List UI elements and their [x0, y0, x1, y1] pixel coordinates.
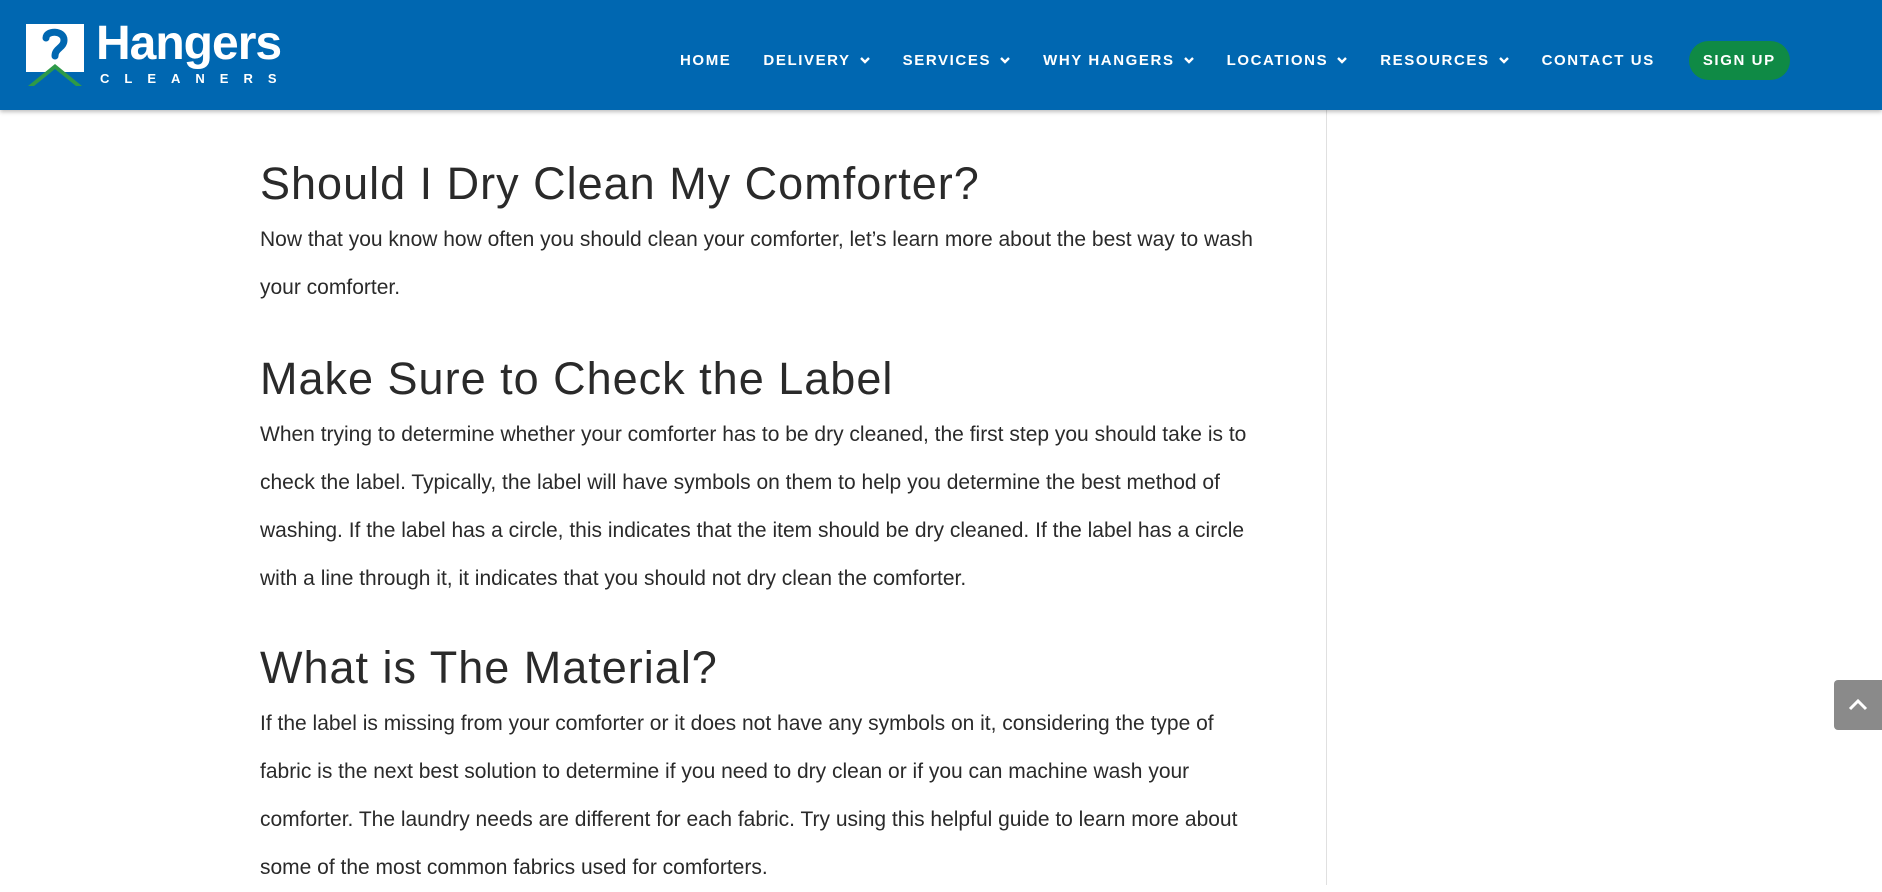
nav-contact-us[interactable]: CONTACT US [1542, 52, 1655, 69]
nav-home-label: HOME [680, 51, 732, 69]
back-to-top-button[interactable] [1834, 680, 1882, 730]
nav-resources[interactable]: RESOURCES [1380, 52, 1509, 69]
chevron-down-icon [1183, 57, 1194, 64]
logo-wordmark: Hangers [96, 17, 282, 70]
nav-why-hangers[interactable]: WHY HANGERS [1043, 52, 1195, 69]
nav-services-label: SERVICES [902, 51, 992, 69]
section-heading: What is The Material? [260, 642, 718, 693]
nav-delivery[interactable]: DELIVERY [763, 52, 870, 69]
chevron-up-icon [1848, 698, 1868, 711]
nav-home[interactable]: HOME [680, 52, 731, 69]
section-paragraph: If the label is missing from your comfor… [260, 712, 1238, 879]
chevron-down-icon [859, 57, 870, 64]
nav-locations[interactable]: LOCATIONS [1227, 52, 1349, 69]
section-heading: Should I Dry Clean My Comforter? [260, 158, 980, 209]
logo-subtitle: CLEANERS [100, 71, 292, 86]
site-header: Hangers CLEANERS HOME DELIVERY SERVICES … [0, 0, 1882, 110]
hangers-logo-icon [26, 24, 84, 86]
chevron-down-icon [1000, 57, 1010, 64]
section-heading: Make Sure to Check the Label [260, 353, 894, 404]
nav-locations-label: LOCATIONS [1226, 51, 1329, 69]
nav-why-hangers-label: WHY HANGERS [1043, 51, 1175, 69]
nav-contact-us-label: CONTACT US [1541, 51, 1655, 69]
section-paragraph: When trying to determine whether your co… [260, 423, 1247, 590]
chevron-down-icon [1498, 57, 1509, 64]
section-paragraph: Now that you know how often you should c… [260, 228, 1253, 299]
chevron-down-icon [1337, 57, 1348, 64]
site-logo[interactable]: Hangers CLEANERS [26, 17, 286, 90]
main-nav: HOME DELIVERY SERVICES WHY HANGERS LOCAT… [680, 40, 1790, 80]
sidebar-divider [1326, 110, 1327, 885]
nav-delivery-label: DELIVERY [763, 51, 851, 69]
nav-services[interactable]: SERVICES [903, 52, 1011, 69]
sign-up-button[interactable]: SIGN UP [1688, 40, 1790, 80]
nav-resources-label: RESOURCES [1380, 51, 1490, 69]
